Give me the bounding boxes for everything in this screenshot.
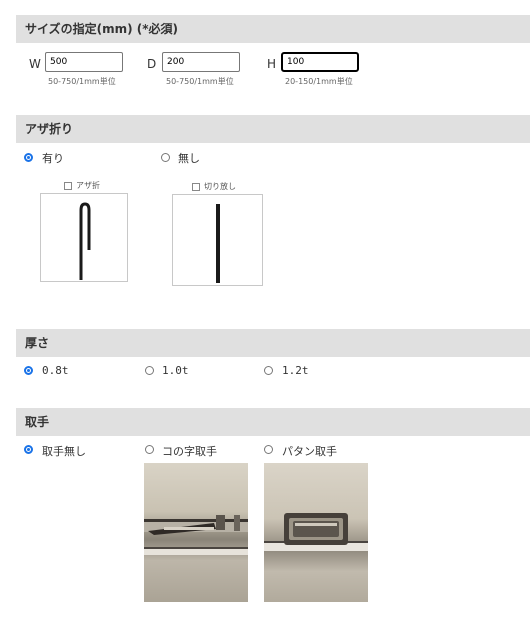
checkbox-icon [64, 181, 72, 190]
hem-yes-label[interactable]: 有り [42, 150, 64, 166]
hemmed-edge-icon [79, 202, 91, 280]
u-handle-image [144, 463, 248, 602]
width-input[interactable] [45, 52, 123, 72]
handle-u-radio[interactable] [145, 445, 154, 454]
height-hint: 20-150/1mm単位 [285, 77, 353, 86]
handle-flap-radio[interactable] [264, 445, 273, 454]
thickness-12-radio[interactable] [264, 366, 273, 375]
thickness-12-label[interactable]: 1.2t [282, 364, 309, 377]
height-label: H [267, 57, 277, 71]
handle-none-label[interactable]: 取手無し [42, 443, 86, 459]
flap-handle-photo[interactable] [264, 463, 368, 602]
thickness-10-radio[interactable] [145, 366, 154, 375]
thickness-08-label[interactable]: 0.8t [42, 364, 69, 377]
cut-diagram [172, 194, 263, 286]
checkbox-icon [192, 182, 200, 191]
thickness-10-label[interactable]: 1.0t [162, 364, 189, 377]
hem-diagram-caption: アザ折 [64, 180, 100, 191]
depth-input[interactable] [162, 52, 240, 72]
hem-section-header: アザ折り [16, 115, 530, 143]
depth-label: D [147, 57, 157, 71]
flap-handle-image [264, 463, 368, 602]
u-handle-photo[interactable] [144, 463, 248, 602]
straight-edge-icon [216, 204, 220, 283]
width-label: W [29, 57, 41, 71]
size-section-header: サイズの指定(mm) (*必須) [16, 15, 530, 43]
handle-section-header: 取手 [16, 408, 530, 436]
handle-none-radio[interactable] [24, 445, 33, 454]
hem-no-label[interactable]: 無し [178, 150, 200, 166]
height-input[interactable] [281, 52, 359, 72]
handle-flap-label[interactable]: パタン取手 [282, 443, 337, 459]
width-hint: 50-750/1mm単位 [48, 77, 116, 86]
thickness-section-header: 厚さ [16, 329, 530, 357]
hem-diagram [40, 193, 128, 282]
thickness-08-radio[interactable] [24, 366, 33, 375]
hem-yes-radio[interactable] [24, 153, 33, 162]
handle-u-label[interactable]: コの字取手 [162, 443, 217, 459]
hem-no-radio[interactable] [161, 153, 170, 162]
depth-hint: 50-750/1mm単位 [166, 77, 234, 86]
cut-diagram-caption: 切り放し [192, 181, 236, 192]
